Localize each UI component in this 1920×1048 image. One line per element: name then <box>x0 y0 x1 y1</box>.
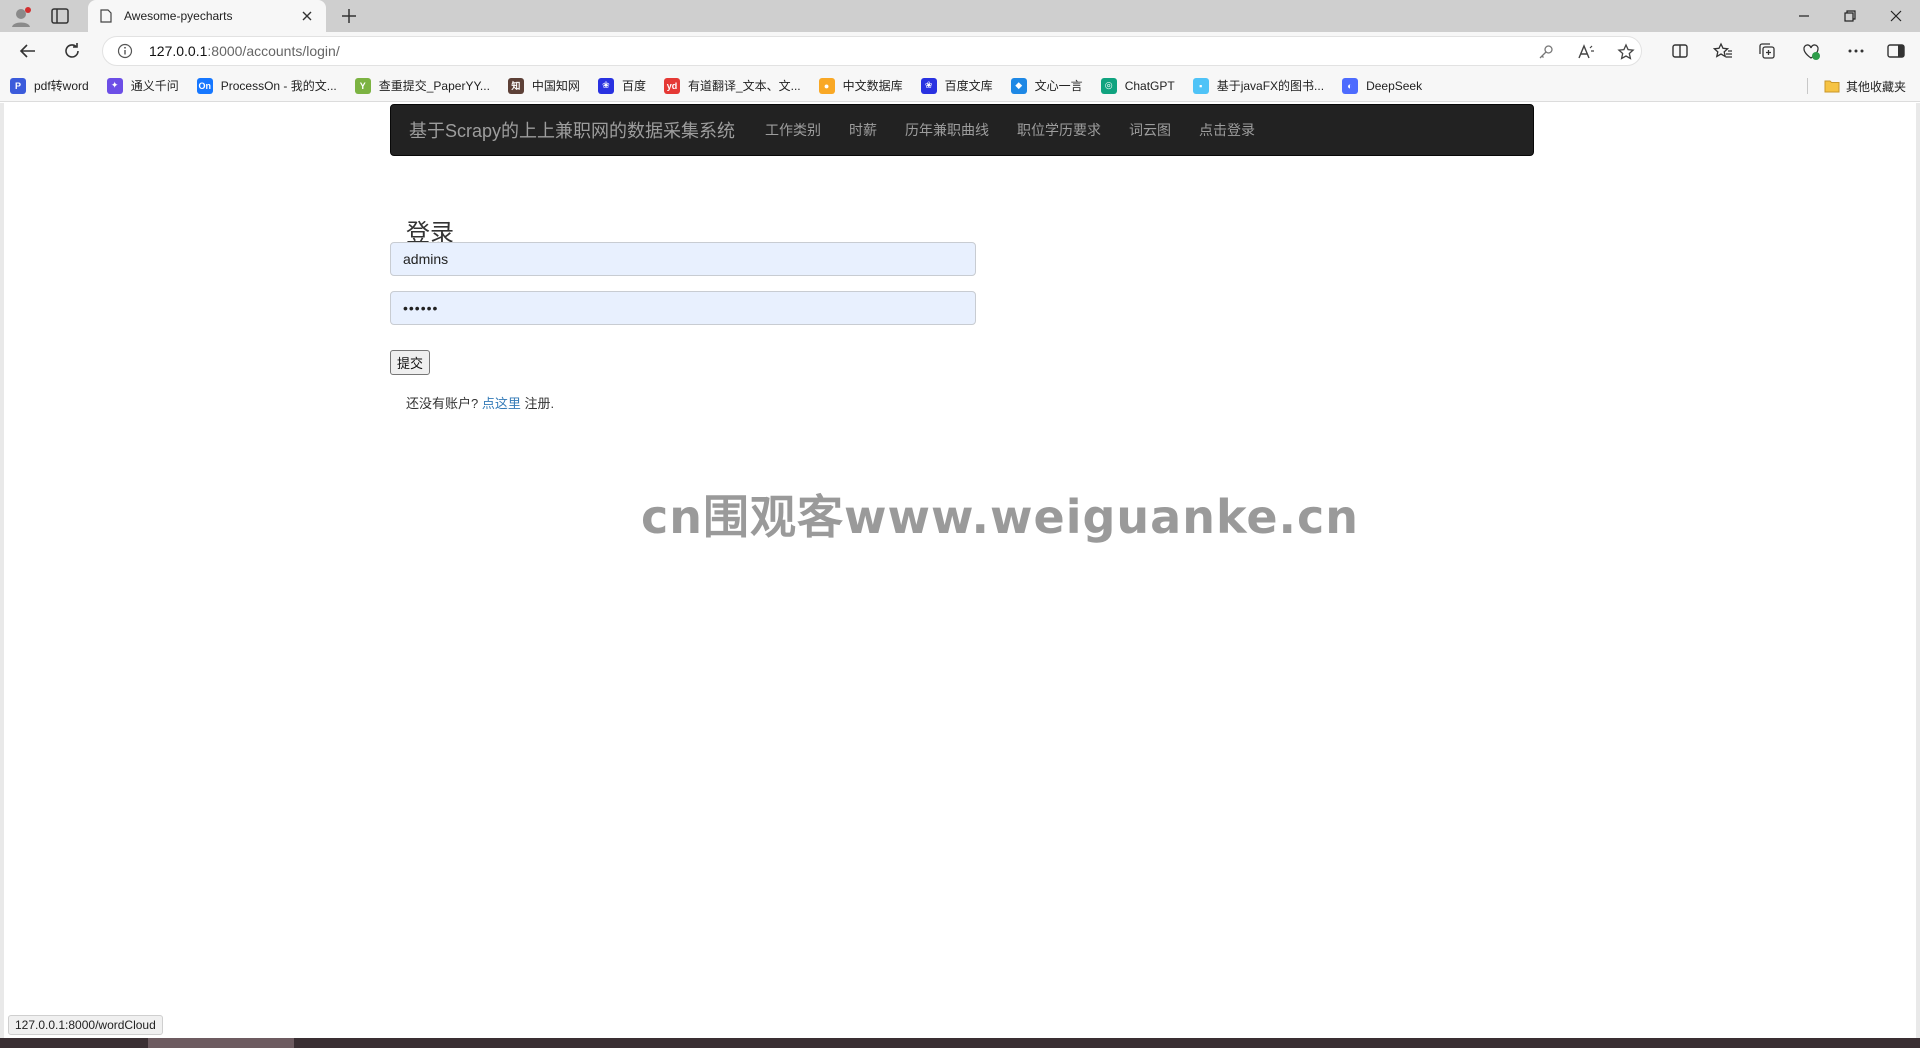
nav-link-word-cloud[interactable]: 词云图 <box>1115 120 1185 140</box>
bookmark-item[interactable]: ● 中文数据库 <box>809 74 911 98</box>
bookmark-item[interactable]: ▪ 基于javaFX的图书... <box>1183 74 1332 98</box>
baidu-wenku-icon: ❀ <box>920 77 937 94</box>
more-menu-icon[interactable] <box>1846 41 1866 61</box>
close-icon[interactable] <box>300 9 314 23</box>
minimize-icon[interactable] <box>1794 6 1814 26</box>
bookmark-item[interactable]: Y 查重提交_PaperYY... <box>345 74 498 98</box>
bookmark-label: 基于javaFX的图书... <box>1216 79 1325 93</box>
bookmark-item[interactable]: 知中国知网 <box>498 74 588 98</box>
nav-link-yearly-curve[interactable]: 历年兼职曲线 <box>891 120 1003 140</box>
collections-icon[interactable] <box>1757 41 1777 61</box>
chatgpt-icon: ◎ <box>1100 77 1117 94</box>
bookmark-label: 中国知网 <box>531 79 580 93</box>
bookmark-item[interactable]: ❀ 百度文库 <box>911 74 1001 98</box>
bookmarks-divider <box>1807 78 1808 94</box>
refresh-icon[interactable] <box>62 41 82 61</box>
key-icon[interactable] <box>1537 43 1555 61</box>
bookmark-item[interactable]: ◆ 文心一言 <box>1001 74 1091 98</box>
login-form: 登录 提交 还没有账户? 点这里 注册. <box>390 213 990 411</box>
favorites-icon[interactable] <box>1713 41 1733 61</box>
bookmark-item[interactable]: yd 有道翻译_文本、文... <box>654 74 809 98</box>
wenxin-icon: ◆ <box>1010 77 1027 94</box>
window-close-icon[interactable] <box>1886 6 1906 26</box>
address-bar[interactable]: 127.0.0.1:8000/accounts/login/ <box>102 36 1642 66</box>
other-bookmarks-label: 其他收藏夹 <box>1845 79 1906 94</box>
bookmark-label: DeepSeek <box>1366 78 1423 93</box>
password-input[interactable] <box>390 291 976 325</box>
url-host: 127.0.0.1 <box>149 43 208 59</box>
taskbar-item[interactable] <box>148 1038 294 1048</box>
info-icon[interactable] <box>117 43 133 59</box>
nav-link-education[interactable]: 职位学历要求 <box>1003 120 1115 140</box>
watermark-text: cn围观客www.weiguanke.cn <box>641 490 1360 544</box>
youdao-icon: yd <box>663 77 680 94</box>
browser-essentials-icon[interactable] <box>1801 41 1821 61</box>
profile-avatar-icon[interactable] <box>10 6 32 28</box>
bookmark-item[interactable]: ❀ 百度 <box>588 74 654 98</box>
bookmark-item[interactable]: Ppdf转word <box>0 74 97 98</box>
tongyi-icon: ✦ <box>106 77 123 94</box>
bookmark-label: 中文数据库 <box>842 79 903 93</box>
back-arrow-icon[interactable] <box>18 41 38 61</box>
browser-toolbar: 127.0.0.1:8000/accounts/login/ <box>0 32 1920 70</box>
tab-actions-icon[interactable] <box>50 7 70 25</box>
location-icon: ● <box>818 77 835 94</box>
bookmark-item[interactable]: ◐ DeepSeek <box>1332 74 1430 98</box>
url-path: :8000/accounts/login/ <box>207 43 340 59</box>
bookmark-label: 文心一言 <box>1034 79 1083 93</box>
cnki-icon: 知 <box>507 77 524 94</box>
os-taskbar <box>0 1038 1920 1048</box>
register-link[interactable]: 点这里 <box>482 396 521 411</box>
bookmark-label: ProcessOn - 我的文... <box>220 79 337 93</box>
submit-button[interactable]: 提交 <box>390 350 431 375</box>
register-prefix: 还没有账户? <box>406 396 479 411</box>
nav-link-job-category[interactable]: 工作类别 <box>751 120 835 140</box>
favorite-star-icon[interactable] <box>1617 43 1635 61</box>
bookmark-label: 通义千问 <box>130 79 179 93</box>
status-bar-url: 127.0.0.1:8000/wordCloud <box>8 1015 163 1035</box>
processon-icon: On <box>196 77 213 94</box>
page-icon <box>100 9 112 23</box>
bookmark-label: 百度文库 <box>944 79 993 93</box>
bookmark-label: 有道翻译_文本、文... <box>687 79 801 93</box>
deepseek-icon: ◐ <box>1342 77 1359 94</box>
bookmarks-bar: Ppdf转word ✦ 通义千问 On ProcessOn - 我的文... Y 查重提交_… <box>0 70 1920 102</box>
other-bookmarks-folder[interactable]: 其他收藏夹 <box>1824 74 1906 98</box>
page-viewport: 基于Scrapy的上上兼职网的数据采集系统 工作类别 时薪 历年兼职曲线 职位学… <box>0 103 1920 1038</box>
split-screen-icon[interactable] <box>1670 41 1690 61</box>
restore-icon[interactable] <box>1840 6 1860 26</box>
folder-icon <box>1824 79 1840 93</box>
bookmark-label: ChatGPT <box>1124 78 1175 93</box>
active-tab[interactable]: Awesome-pyecharts <box>88 0 326 32</box>
bookmark-item[interactable]: ◎ ChatGPT <box>1091 74 1183 98</box>
username-input[interactable] <box>390 242 976 276</box>
tab-title: Awesome-pyecharts <box>124 9 233 23</box>
new-tab-plus-icon[interactable] <box>340 7 358 25</box>
navbar-brand[interactable]: 基于Scrapy的上上兼职网的数据采集系统 <box>409 117 735 143</box>
page-icon: ▪ <box>1192 77 1209 94</box>
paperyy-icon: Y <box>354 77 371 94</box>
site-navbar: 基于Scrapy的上上兼职网的数据采集系统 工作类别 时薪 历年兼职曲线 职位学… <box>390 104 1534 156</box>
sidebar-toggle-icon[interactable] <box>1886 41 1906 61</box>
bookmark-label: pdf转word <box>34 79 89 93</box>
bookmark-item[interactable]: ✦ 通义千问 <box>97 74 187 98</box>
read-aloud-icon[interactable] <box>1577 43 1595 61</box>
nav-link-login[interactable]: 点击登录 <box>1185 120 1269 140</box>
pdf-icon: P <box>10 77 26 94</box>
nav-link-hourly-wage[interactable]: 时薪 <box>835 120 891 140</box>
bookmark-label: 百度 <box>621 79 646 93</box>
bookmark-item[interactable]: On ProcessOn - 我的文... <box>187 74 345 98</box>
register-suffix: 注册. <box>524 396 555 411</box>
bookmark-label: 查重提交_PaperYY... <box>378 79 490 93</box>
register-hint: 还没有账户? 点这里 注册. <box>406 393 554 412</box>
login-title: 登录 <box>406 220 454 247</box>
baidu-icon: ❀ <box>597 77 614 94</box>
tab-bar: Awesome-pyecharts <box>0 0 1920 32</box>
